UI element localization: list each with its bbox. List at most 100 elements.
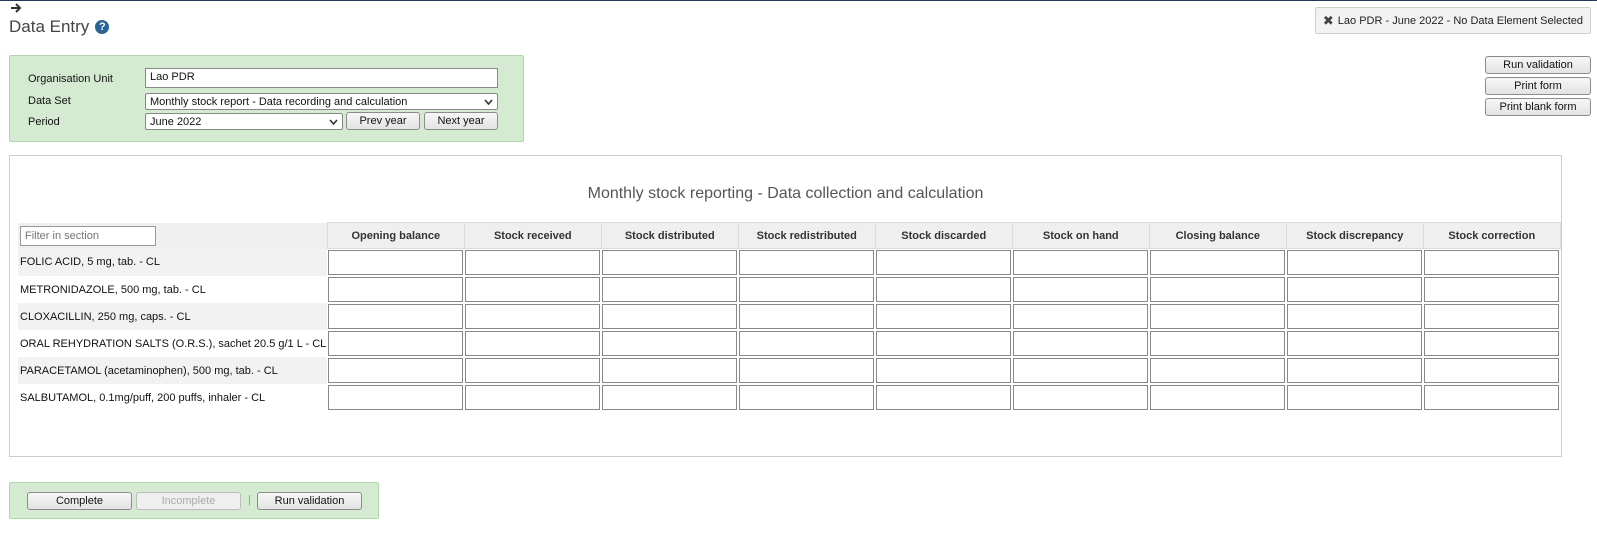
value-input[interactable] (1424, 385, 1560, 410)
value-cell (1286, 249, 1423, 277)
complete-button[interactable]: Complete (27, 492, 132, 510)
column-header: Stock correction (1422, 222, 1561, 249)
run-validation-button[interactable]: Run validation (1485, 56, 1591, 74)
print-form-button[interactable]: Print form (1485, 77, 1591, 95)
period-value: June 2022 (150, 115, 202, 128)
value-input[interactable] (876, 277, 1012, 302)
value-input[interactable] (1013, 331, 1149, 356)
value-input[interactable] (1150, 385, 1286, 410)
value-input[interactable] (328, 358, 464, 383)
value-input[interactable] (328, 304, 464, 329)
value-cell (875, 303, 1012, 330)
value-input[interactable] (1424, 304, 1560, 329)
value-input[interactable] (876, 304, 1012, 329)
column-header: Stock discrepancy (1285, 222, 1424, 249)
value-input[interactable] (1424, 250, 1560, 275)
row-label: FOLIC ACID, 5 mg, tab. - CL (18, 248, 328, 276)
value-input[interactable] (1424, 331, 1560, 356)
value-cell (601, 384, 738, 411)
row-label: SALBUTAMOL, 0.1mg/puff, 200 puffs, inhal… (20, 391, 266, 404)
value-input[interactable] (1287, 358, 1423, 383)
value-cell (875, 249, 1012, 277)
value-input[interactable] (1150, 277, 1286, 302)
value-cell (1286, 357, 1423, 384)
value-input[interactable] (1013, 304, 1149, 329)
value-input[interactable] (465, 277, 601, 302)
value-input[interactable] (602, 250, 738, 275)
value-input[interactable] (328, 277, 464, 302)
status-box: ✖ Lao PDR - June 2022 - No Data Element … (1314, 7, 1591, 34)
value-input[interactable] (1287, 250, 1423, 275)
row-label: CLOXACILLIN, 250 mg, caps. - CL (18, 303, 328, 330)
value-input[interactable] (876, 358, 1012, 383)
data-set-select[interactable]: Monthly stock report - Data recording an… (145, 93, 498, 110)
value-input[interactable] (1287, 331, 1423, 356)
print-blank-form-button[interactable]: Print blank form (1485, 98, 1591, 116)
value-input[interactable] (328, 250, 464, 275)
table-body: FOLIC ACID, 5 mg, tab. - CL METRONIDAZOLE… (18, 248, 1560, 412)
value-cell (1423, 357, 1560, 384)
value-input[interactable] (739, 277, 875, 302)
value-input[interactable] (1287, 304, 1423, 329)
value-cell (738, 303, 875, 330)
value-input[interactable] (1424, 358, 1560, 383)
value-input[interactable] (1150, 304, 1286, 329)
value-input[interactable] (602, 358, 738, 383)
value-input[interactable] (328, 385, 464, 410)
value-input[interactable] (465, 250, 601, 275)
value-input[interactable] (602, 277, 738, 302)
value-cell (1149, 303, 1286, 330)
value-input[interactable] (602, 304, 738, 329)
value-input[interactable] (1287, 385, 1423, 410)
org-unit-label: Organisation Unit (28, 73, 113, 85)
value-cell (1423, 276, 1560, 303)
value-cell (327, 357, 464, 384)
value-input[interactable] (1150, 331, 1286, 356)
value-input[interactable] (1424, 277, 1560, 302)
value-cell (1423, 330, 1560, 357)
value-cell (464, 303, 601, 330)
value-input[interactable] (876, 250, 1012, 275)
value-input[interactable] (602, 331, 738, 356)
value-input[interactable] (739, 250, 875, 275)
value-input[interactable] (328, 331, 464, 356)
value-input[interactable] (876, 331, 1012, 356)
value-input[interactable] (739, 331, 875, 356)
value-input[interactable] (465, 304, 601, 329)
next-year-button[interactable]: Next year (424, 112, 498, 130)
completion-panel: Complete Incomplete | Run validation (9, 482, 379, 519)
value-input[interactable] (465, 385, 601, 410)
value-input[interactable] (1013, 250, 1149, 275)
value-input[interactable] (876, 385, 1012, 410)
value-cell (1423, 249, 1560, 277)
prev-year-button[interactable]: Prev year (346, 112, 420, 130)
value-input[interactable] (465, 331, 601, 356)
value-input[interactable] (1150, 358, 1286, 383)
selection-panel: Organisation Unit Lao PDR Data Set Month… (9, 55, 524, 142)
value-cell (464, 357, 601, 384)
value-cell (1012, 249, 1149, 277)
value-input[interactable] (1013, 358, 1149, 383)
table-row: METRONIDAZOLE, 500 mg, tab. - CL (18, 276, 1560, 303)
table-header-row: Opening balanceStock receivedStock distr… (18, 222, 1561, 249)
value-input[interactable] (739, 358, 875, 383)
column-header: Stock distributed (600, 222, 739, 249)
value-input[interactable] (739, 304, 875, 329)
value-input[interactable] (739, 385, 875, 410)
org-unit-field[interactable]: Lao PDR (145, 68, 498, 88)
value-input[interactable] (1287, 277, 1423, 302)
value-input[interactable] (1013, 385, 1149, 410)
value-input[interactable] (465, 358, 601, 383)
bottom-run-validation-button[interactable]: Run validation (257, 492, 362, 510)
value-input[interactable] (602, 385, 738, 410)
close-icon[interactable]: ✖ (1323, 13, 1334, 29)
value-input[interactable] (1150, 250, 1286, 275)
arrow-right-icon[interactable] (10, 2, 22, 16)
table-row: FOLIC ACID, 5 mg, tab. - CL (18, 248, 1560, 277)
filter-cell (18, 222, 328, 249)
value-input[interactable] (1013, 277, 1149, 302)
filter-in-section-input[interactable] (20, 225, 156, 246)
help-icon[interactable]: ? (95, 20, 110, 34)
period-select[interactable]: June 2022 (145, 113, 343, 130)
value-cell (1423, 384, 1560, 411)
